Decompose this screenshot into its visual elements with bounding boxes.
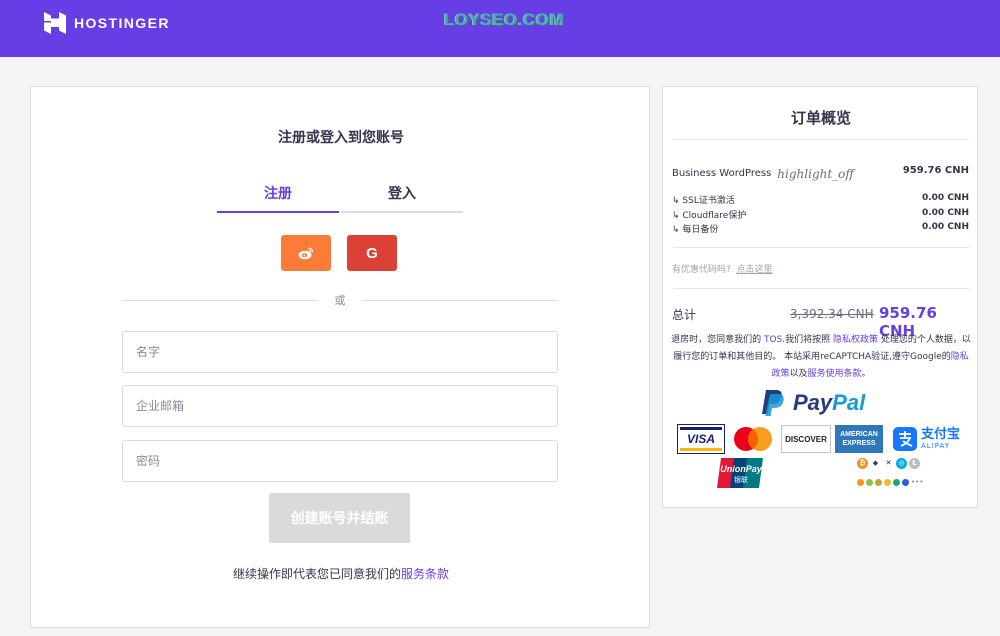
litecoin-icon: Ł bbox=[909, 458, 920, 469]
coupon-question: 有优惠代码吗? bbox=[672, 265, 731, 275]
alipay-cn: 支付宝 bbox=[921, 426, 961, 442]
divider-line bbox=[362, 300, 558, 301]
divider-line bbox=[122, 300, 318, 301]
coin-icon bbox=[866, 478, 873, 486]
discover-wordmark: DISCOVER bbox=[785, 434, 827, 444]
addon-price: 0.00 CNH bbox=[921, 208, 969, 218]
order-summary-card: 订单概览 Business WordPress highlight_off 959… bbox=[662, 86, 978, 508]
coin-icon bbox=[875, 478, 882, 486]
total-label: 总计 bbox=[672, 308, 697, 322]
crypto-icons: ₿ ◆ ✕ ◎ Ł bbox=[857, 458, 922, 469]
addon-label: ↳ 每日备份 bbox=[672, 225, 719, 235]
tab-login[interactable]: 登入 bbox=[341, 183, 463, 213]
legal-text: 退房时，您同意我们的 bbox=[671, 335, 764, 345]
watermark: LOYSEO.COM bbox=[444, 10, 565, 29]
paypal-logo: PayPal bbox=[761, 389, 865, 417]
payment-methods: VISA DISCOVER AMERICAN EXPRESS 支付宝 ALIPA… bbox=[677, 424, 967, 456]
paypal-pay: Pay bbox=[793, 390, 833, 415]
tab-register[interactable]: 注册 bbox=[217, 183, 339, 213]
google-icon: G bbox=[366, 244, 378, 262]
divider bbox=[673, 139, 969, 140]
alipay-icon bbox=[893, 427, 917, 451]
divider bbox=[673, 288, 969, 289]
addon-price: 0.00 CNH bbox=[921, 222, 969, 232]
ripple-icon: ✕ bbox=[883, 458, 894, 469]
paypal-pal: Pal bbox=[832, 390, 866, 415]
addon-label: ↳ SSL证书激活 bbox=[672, 196, 735, 206]
product-name: Business WordPress bbox=[672, 168, 772, 179]
legal-text: 。 bbox=[861, 369, 871, 379]
or-divider: 或 bbox=[122, 292, 558, 308]
coupon-link[interactable]: 点击这里 bbox=[737, 265, 773, 275]
privacy-policy-link[interactable]: 隐私权政策 bbox=[833, 335, 878, 345]
coin-icon bbox=[902, 478, 909, 486]
hostinger-logo-icon bbox=[44, 12, 66, 34]
more-crypto-icons: ••• bbox=[857, 478, 923, 486]
mastercard-icon bbox=[734, 427, 772, 451]
legal-text: .我们将按照 bbox=[782, 335, 833, 345]
legal-notice: 退房时，您同意我们的 TOS.我们将按照 隐私权政策 处理您的个人数据，以履行您… bbox=[669, 332, 973, 383]
addon-price: 0.00 CNH bbox=[921, 193, 969, 203]
google-terms-link[interactable]: 服务使用条款 bbox=[808, 369, 862, 379]
original-price: 3,392.34 CNH bbox=[790, 307, 874, 321]
ethereum-icon: ◆ bbox=[870, 458, 881, 469]
terms-text: 继续操作即代表您已同意我们的 bbox=[232, 567, 401, 581]
weibo-icon bbox=[298, 247, 314, 260]
create-account-checkout-button[interactable]: 创建账号并结账 bbox=[269, 493, 410, 543]
coin-icon bbox=[893, 478, 900, 486]
terms-notice: 继续操作即代表您已同意我们的服务条款 bbox=[31, 565, 651, 582]
discover-logo: DISCOVER bbox=[781, 425, 831, 453]
unionpay-wordmark: UnionPay bbox=[720, 464, 762, 474]
addon-line: ↳ 每日备份 0.00 CNH bbox=[672, 222, 969, 235]
order-summary-title: 订单概览 bbox=[790, 109, 851, 127]
xrp-icon: ◎ bbox=[896, 458, 907, 469]
divider bbox=[673, 247, 969, 248]
signup-title: 注册或登入到您账号 bbox=[278, 130, 404, 146]
brand-name: HOSTINGER bbox=[74, 15, 170, 31]
unionpay-cn: 银联 bbox=[734, 476, 748, 484]
email-field[interactable] bbox=[122, 385, 558, 427]
alipay-logo: 支付宝 ALIPAY bbox=[893, 424, 967, 454]
product-price: 959.76 CNH bbox=[902, 165, 969, 176]
coupon-prompt: 有优惠代码吗? 点击这里 bbox=[672, 262, 773, 275]
paypal-wordmark: PayPal bbox=[793, 390, 865, 416]
amex-line2: EXPRESS bbox=[842, 440, 876, 447]
visa-wordmark: VISA bbox=[680, 427, 722, 451]
paypal-icon bbox=[762, 390, 784, 416]
google-login-button[interactable]: G bbox=[347, 235, 397, 271]
name-field[interactable] bbox=[122, 331, 558, 373]
product-flag: highlight_off bbox=[777, 167, 854, 181]
more-indicator: ••• bbox=[911, 478, 924, 486]
addon-label: ↳ Cloudflare保护 bbox=[672, 211, 747, 221]
unionpay-logo: UnionPay 银联 bbox=[717, 458, 765, 488]
or-label: 或 bbox=[334, 294, 346, 307]
alipay-text: 支付宝 ALIPAY bbox=[921, 426, 961, 451]
weibo-login-button[interactable] bbox=[281, 235, 331, 271]
coin-icon bbox=[884, 478, 891, 486]
brand[interactable]: HOSTINGER bbox=[44, 12, 170, 34]
amex-logo: AMERICAN EXPRESS bbox=[835, 425, 883, 453]
password-field[interactable] bbox=[122, 440, 558, 482]
top-header: HOSTINGER LOYSEO.COM bbox=[0, 0, 1000, 57]
visa-logo: VISA bbox=[677, 424, 725, 454]
tos-link[interactable]: TOS bbox=[764, 335, 782, 345]
terms-of-service-link[interactable]: 服务条款 bbox=[401, 567, 449, 581]
alipay-en: ALIPAY bbox=[921, 441, 951, 450]
addon-line: ↳ Cloudflare保护 0.00 CNH bbox=[672, 208, 969, 221]
bitcoin-icon: ₿ bbox=[857, 458, 868, 469]
product-line: Business WordPress highlight_off 959.76 C… bbox=[672, 165, 969, 181]
signup-card: 注册或登入到您账号 注册 登入 G 或 创建账号并结账 继续操作即代表您已同意我… bbox=[30, 86, 650, 628]
addon-line: ↳ SSL证书激活 0.00 CNH bbox=[672, 193, 969, 206]
legal-text: 以及 bbox=[789, 369, 808, 379]
amex-line1: AMERICAN bbox=[840, 431, 878, 438]
coin-icon bbox=[857, 478, 864, 486]
auth-tabs: 注册 登入 bbox=[217, 183, 463, 213]
